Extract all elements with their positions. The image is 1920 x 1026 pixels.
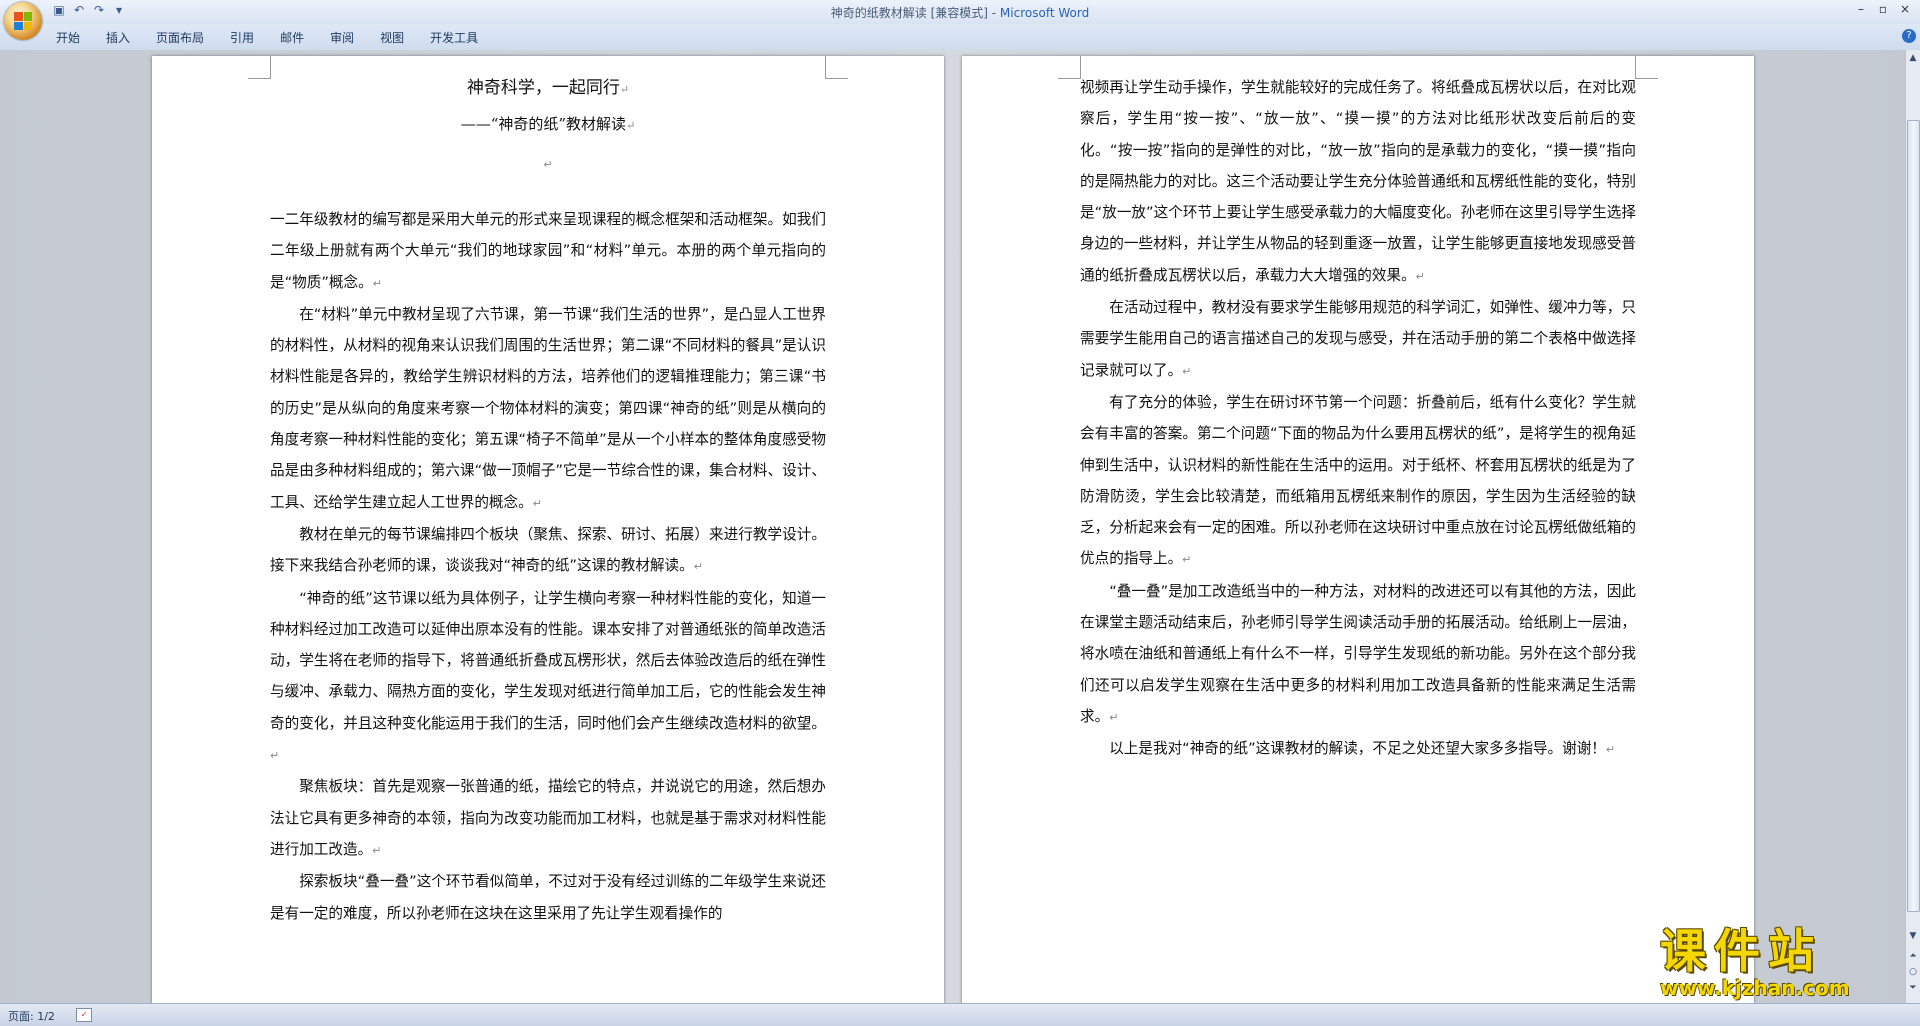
page-2[interactable]: 视频再让学生动手操作，学生就能较好的完成任务了。将纸叠成瓦楞状以后，在对比观察后… <box>962 56 1754 1003</box>
margin-corner-mark <box>1058 56 1081 79</box>
proofing-icon[interactable]: ✓ <box>76 1008 92 1022</box>
minimize-button[interactable]: – <box>1850 0 1872 18</box>
scrollbar-thumb[interactable] <box>1907 120 1920 912</box>
paragraph: 以上是我对“神奇的纸”这课教材的解读，不足之处还望大家多多指导。谢谢！↵ <box>1109 740 1616 758</box>
paragraph: 聚焦板块：首先是观察一张普通的纸，描绘它的特点，并说说它的用途，然后想办法让它具… <box>270 778 826 858</box>
watermark-main-text: 课件站 <box>1660 924 1822 978</box>
paragraph: “神奇的纸”这节课以纸为具体例子，让学生横向考察一种材料性能的变化，知道一种材料… <box>270 589 826 763</box>
tab-developer[interactable]: 开发工具 <box>430 29 478 46</box>
paragraph: 视频再让学生动手操作，学生就能较好的完成任务了。将纸叠成瓦楞状以后，在对比观察后… <box>1080 79 1636 284</box>
paragraph: 教材在单元的每节课编排四个板块（聚焦、探索、研讨、拓展）来进行教学设计。接下来我… <box>270 525 826 575</box>
page-1-text[interactable]: 神奇科学，一起同行↵ ——“神奇的纸”教材解读↵ ↵ 一二年级教材的编写都是采用… <box>270 72 826 929</box>
paragraph: 在活动过程中，教材没有要求学生能够用规范的科学词汇，如弹性、缓冲力等，只需要学生… <box>1080 299 1636 379</box>
paragraph: “叠一叠”是加工改造纸当中的一种方法，对材料的改进还可以有其他的方法，因此在课堂… <box>1080 582 1636 725</box>
paragraph: 一二年级教材的编写都是采用大单元的形式来呈现课程的概念框架和活动框架。如我们二年… <box>270 211 826 291</box>
title-bar: ▣ ↶ ↷ ▾ 神奇的纸教材解读 [兼容模式] - Microsoft Word… <box>0 0 1920 40</box>
watermark: 课件站 www.kjzhan.com <box>1660 924 1896 999</box>
window-title-app: Microsoft Word <box>999 6 1090 20</box>
scroll-up-icon[interactable]: ▲ <box>1907 52 1919 64</box>
document-title: 神奇科学，一起同行↵ <box>466 78 630 98</box>
office-button[interactable] <box>4 2 42 40</box>
close-button[interactable]: × <box>1894 0 1916 18</box>
page-2-text[interactable]: 视频再让学生动手操作，学生就能较好的完成任务了。将纸叠成瓦楞状以后，在对比观察后… <box>1080 72 1636 766</box>
watermark-url: www.kjzhan.com <box>1660 976 1850 1000</box>
empty-paragraph: ↵ <box>543 158 553 171</box>
window-title: 神奇的纸教材解读 [兼容模式] - Microsoft Word <box>0 4 1920 21</box>
ribbon-tab-bar: 开始 插入 页面布局 引用 邮件 审阅 视图 开发工具 ? <box>0 24 1920 51</box>
margin-corner-mark <box>1635 56 1658 79</box>
tab-home[interactable]: 开始 <box>56 29 80 46</box>
help-icon[interactable]: ? <box>1902 29 1916 43</box>
margin-corner-mark <box>248 56 271 79</box>
select-browse-object-icon[interactable]: ○ <box>1907 966 1919 978</box>
paragraph: 在“材料”单元中教材呈现了六节课，第一节课“我们生活的世界”，是凸显人工世界的材… <box>270 305 826 511</box>
previous-page-icon[interactable]: ⏶ <box>1907 950 1919 962</box>
tab-review[interactable]: 审阅 <box>330 29 354 46</box>
margin-corner-mark <box>825 56 848 79</box>
restore-button[interactable]: ▫ <box>1872 0 1894 18</box>
tab-references[interactable]: 引用 <box>230 29 254 46</box>
scroll-down-icon[interactable]: ▼ <box>1907 930 1919 942</box>
office-logo-icon <box>14 12 32 30</box>
tab-insert[interactable]: 插入 <box>106 29 130 46</box>
window-title-doc: 神奇的纸教材解读 [兼容模式] - <box>830 6 1000 20</box>
ribbon-tabs: 开始 插入 页面布局 引用 邮件 审阅 视图 开发工具 <box>56 29 478 46</box>
status-bar: 页面: 1/2 ✓ <box>0 1003 1920 1026</box>
window-controls: – ▫ × <box>1850 0 1916 18</box>
vertical-scrollbar[interactable]: ▲ ▼ ⏶ ○ ⏷ <box>1905 50 1920 1003</box>
paragraph: 有了充分的体验，学生在研讨环节第一个问题：折叠前后，纸有什么变化？学生就会有丰富… <box>1080 393 1636 568</box>
tab-view[interactable]: 视图 <box>380 29 404 46</box>
tab-mailings[interactable]: 邮件 <box>280 29 304 46</box>
tab-page-layout[interactable]: 页面布局 <box>156 29 204 46</box>
document-workspace: 神奇科学，一起同行↵ ——“神奇的纸”教材解读↵ ↵ 一二年级教材的编写都是采用… <box>0 50 1906 1003</box>
paragraph: 探索板块“叠一叠”这个环节看似简单，不过对于没有经过训练的二年级学生来说还是有一… <box>270 873 826 922</box>
document-subtitle: ——“神奇的纸”教材解读↵ <box>460 115 636 133</box>
next-page-icon[interactable]: ⏷ <box>1907 982 1919 994</box>
page-count-status[interactable]: 页面: 1/2 <box>8 1008 55 1024</box>
page-1[interactable]: 神奇科学，一起同行↵ ——“神奇的纸”教材解读↵ ↵ 一二年级教材的编写都是采用… <box>152 56 944 1003</box>
